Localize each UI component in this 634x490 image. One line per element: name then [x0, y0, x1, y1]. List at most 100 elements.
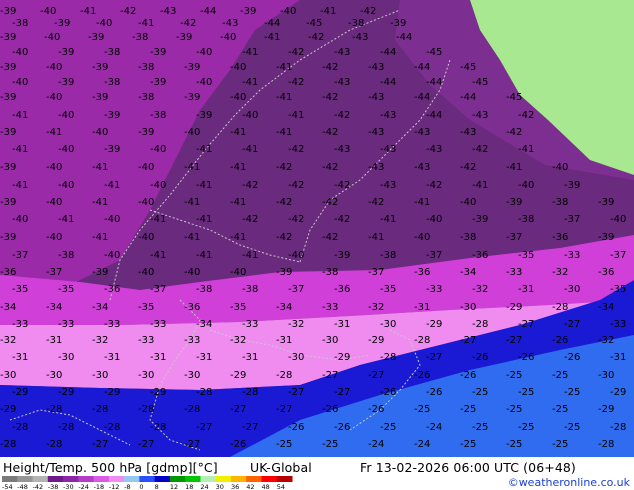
contour-label: -41 — [368, 232, 384, 243]
contour-label: -40 — [610, 214, 626, 225]
contour-label: -29 — [230, 370, 246, 381]
contour-label: -44 — [200, 6, 216, 17]
contour-label: -28 — [150, 422, 166, 433]
contour-label: -28 — [46, 439, 62, 450]
contour-label: -31 — [414, 302, 430, 313]
scale-label: 0 — [139, 483, 143, 490]
contour-label: -25 — [506, 370, 522, 381]
contour-label: -27 — [230, 404, 246, 415]
contour-label: -42 — [276, 232, 292, 243]
contour-label: -41 — [138, 18, 154, 29]
contour-label: -41 — [414, 197, 430, 208]
contour-label: -25 — [506, 439, 522, 450]
contour-label: -39 — [58, 77, 74, 88]
contour-label: -27 — [506, 335, 522, 346]
contour-label: -26 — [472, 352, 488, 363]
contour-label: -27 — [460, 335, 476, 346]
contour-label: -45 — [506, 92, 522, 103]
contour-label: -43 — [368, 92, 384, 103]
scale-swatch — [246, 476, 262, 482]
contour-label: -39 — [92, 62, 108, 73]
contour-label: -42 — [322, 197, 338, 208]
contour-label: -35 — [380, 284, 396, 295]
contour-label: -28 — [196, 387, 212, 398]
contour-label: -42 — [472, 144, 488, 155]
scale-swatch — [124, 476, 140, 482]
contour-label: -43 — [334, 47, 350, 58]
contour-label: -40 — [46, 62, 62, 73]
contour-label: -28 — [242, 387, 258, 398]
contour-label: -26 — [288, 422, 304, 433]
contour-label: -28 — [104, 422, 120, 433]
contour-label: -39 — [184, 92, 200, 103]
contour-label: -27 — [334, 387, 350, 398]
credit-link[interactable]: ©weatheronline.co.uk — [508, 476, 630, 489]
contour-label: -40 — [96, 18, 112, 29]
contour-label: -38 — [348, 18, 364, 29]
contour-label: -43 — [368, 62, 384, 73]
contour-label: -40 — [230, 92, 246, 103]
contour-label: -41 — [184, 162, 200, 173]
contour-label: -43 — [426, 144, 442, 155]
contour-label: -30 — [380, 319, 396, 330]
contour-label: -38 — [138, 62, 154, 73]
contour-label: -37 — [46, 267, 62, 278]
scale-swatch — [78, 476, 95, 482]
contour-label: -42 — [506, 127, 522, 138]
contour-label: -42 — [360, 6, 376, 17]
contour-label: -27 — [92, 439, 108, 450]
contour-label: -40 — [104, 250, 120, 261]
scale-label: -54 — [2, 483, 13, 490]
contour-label: -39 — [92, 267, 108, 278]
contour-label: -40 — [40, 6, 56, 17]
contour-label: -31 — [46, 335, 62, 346]
contour-label: -39 — [150, 77, 166, 88]
contour-label: -41 — [12, 144, 28, 155]
contour-label: -40 — [46, 232, 62, 243]
contour-label: -24 — [414, 439, 430, 450]
contour-label: -44 — [264, 18, 280, 29]
contour-label: -44 — [426, 110, 442, 121]
contour-label: -42 — [288, 214, 304, 225]
contour-label: -41 — [380, 214, 396, 225]
contour-label: -42 — [322, 92, 338, 103]
contour-label: -40 — [414, 232, 430, 243]
contour-label: -30 — [92, 370, 108, 381]
contour-label: -31 — [104, 352, 120, 363]
contour-label: -41 — [92, 197, 108, 208]
contour-label: -40 — [12, 77, 28, 88]
contour-label: -38 — [132, 32, 148, 43]
contour-label: -26 — [414, 370, 430, 381]
contour-label: -35 — [138, 302, 154, 313]
contour-label: -40 — [230, 267, 246, 278]
contour-label: -43 — [414, 127, 430, 138]
contour-label: -42 — [180, 18, 196, 29]
contour-label: -41 — [276, 127, 292, 138]
contour-label: -38 — [460, 232, 476, 243]
scale-label: 24 — [200, 483, 208, 490]
contour-label: -40 — [46, 162, 62, 173]
contour-label: -35 — [12, 284, 28, 295]
contour-label: -41 — [92, 232, 108, 243]
contour-label: -45 — [306, 18, 322, 29]
contour-label: -30 — [460, 302, 476, 313]
contour-label: -41 — [196, 180, 212, 191]
contour-label: -29 — [150, 387, 166, 398]
contour-label: -25 — [472, 387, 488, 398]
contour-label: -33 — [426, 284, 442, 295]
scale-label: -42 — [33, 483, 44, 490]
contour-label: -26 — [230, 439, 246, 450]
contour-label: -40 — [92, 127, 108, 138]
contour-label: -39 — [0, 62, 16, 73]
contour-label: -32 — [0, 335, 16, 346]
contour-label: -41 — [230, 162, 246, 173]
scale-label: -8 — [124, 483, 130, 490]
contour-label: -27 — [426, 352, 442, 363]
contour-label: -26 — [322, 404, 338, 415]
contour-label: -39 — [150, 47, 166, 58]
contour-label: -26 — [334, 422, 350, 433]
scale-swatch — [93, 476, 110, 482]
contour-label: -38 — [58, 250, 74, 261]
contour-label: -38 — [12, 18, 28, 29]
contour-label: -39 — [276, 267, 292, 278]
